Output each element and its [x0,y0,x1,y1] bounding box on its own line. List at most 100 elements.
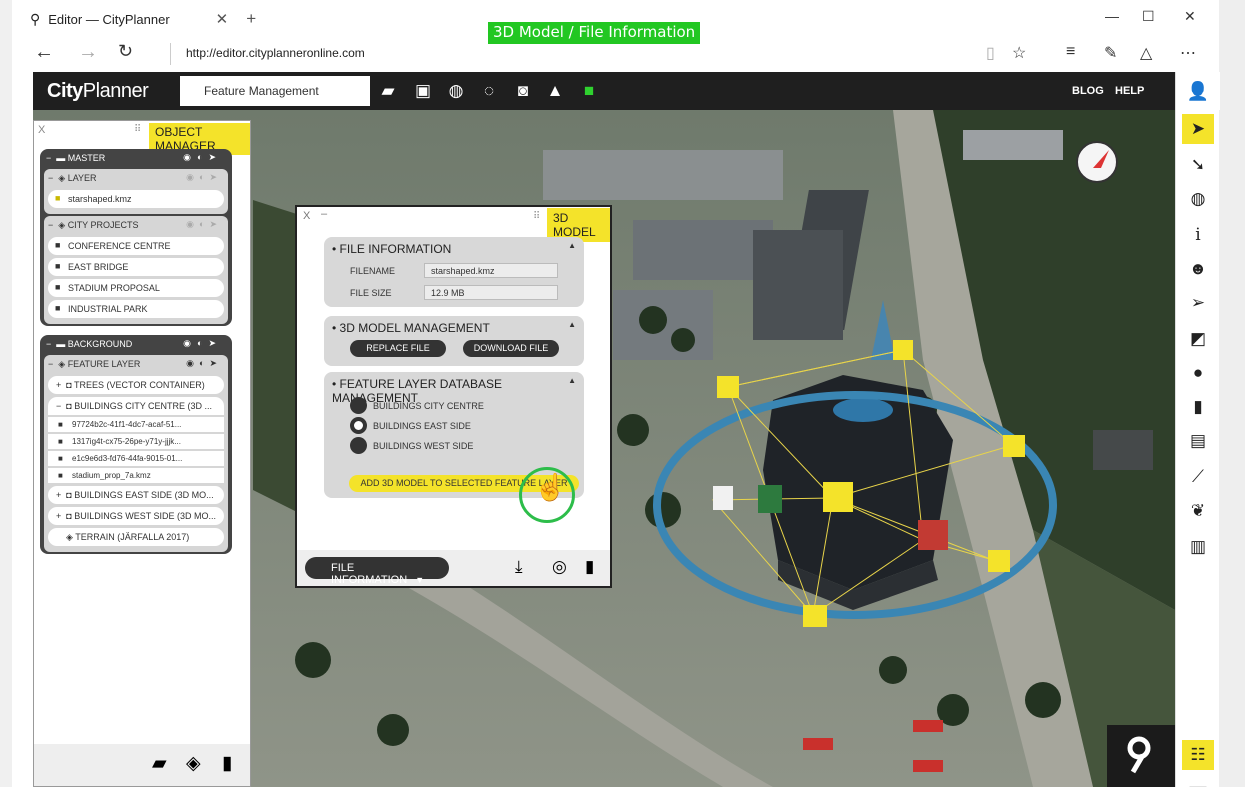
refresh-icon[interactable]: ↻ [118,41,133,62]
separator [170,43,171,65]
select-arrow-icon[interactable]: ➤ [1182,114,1214,144]
list-item[interactable]: ■ starshaped.kmz [48,190,224,208]
clapper-icon[interactable]: ◩ [1182,324,1214,354]
download-file-button[interactable]: DOWNLOAD FILE [463,340,559,357]
building-icon[interactable]: ▮ [1182,392,1214,422]
collapse-caret-icon[interactable]: ▲ [568,241,576,250]
list-item[interactable]: ■ 1317ig4t-cx75-26pe-y71y-jjjk... [48,434,224,449]
left-margin [0,0,12,787]
visibility-icons[interactable]: ◉◐➤ [186,172,222,183]
layers-color-icon[interactable]: ■ [579,81,599,101]
layer-radio-selected[interactable] [350,417,367,434]
maximize-icon[interactable]: ☐ [1142,8,1155,25]
section-title[interactable]: • 3D MODEL MANAGEMENT [332,321,490,335]
more-icon[interactable]: ⋯ [1180,43,1196,63]
save-icon[interactable]: ▣ [413,81,433,101]
tree-view-icon[interactable]: ☷ [1182,740,1214,770]
minimize-icon[interactable]: — [1105,8,1119,24]
add-layer-icon[interactable]: ◈ [186,752,201,775]
add-folder-icon[interactable]: ▰ [152,752,167,775]
filename-field[interactable]: starshaped.kmz [424,263,558,278]
section-title[interactable]: • FILE INFORMATION [332,242,451,256]
list-item[interactable]: ■ 97724b2c-41f1-4dc7-acaf-51... [48,417,224,432]
section-dropdown[interactable]: FILE INFORMATION ▼ [305,557,449,586]
layer-radio[interactable] [350,397,367,414]
filename-label: FILENAME [350,266,396,276]
collapse-caret-icon[interactable]: ▲ [568,320,576,329]
send-icon[interactable]: ➢ [1182,288,1214,318]
filesize-label: FILE SIZE [350,288,392,298]
add-icon[interactable]: ⊕ [341,81,361,101]
subgroup-header[interactable]: − ◈ FEATURE LAYER ◉◐➤ [44,355,228,373]
new-tab-icon[interactable]: + [246,9,256,29]
help-link[interactable]: HELP [1115,85,1144,97]
list-item[interactable]: ■ INDUSTRIAL PARK [48,300,224,318]
image-overlay-icon[interactable]: ▤ [1182,426,1214,456]
radio-label: BUILDINGS WEST SIDE [373,441,474,451]
collapse-icon[interactable]: ▬ [1182,772,1214,787]
panel-footer: ▰ ◈ ▮ [34,744,250,786]
forward-icon[interactable]: → [78,41,98,64]
clipboard-icon[interactable]: ▥ [1182,532,1214,562]
list-item[interactable]: + ◘ TREES (VECTOR CONTAINER) [48,376,224,394]
back-icon[interactable]: ← [34,41,54,64]
group-header[interactable]: − ▬ BACKGROUND ◉◐➤ [40,335,232,353]
globe-tool-icon[interactable]: ◍ [1182,184,1214,214]
share-icon[interactable]: △ [1140,43,1152,63]
info-icon[interactable]: i [1182,220,1214,250]
copy-icon[interactable]: ◌ [479,81,499,101]
filesize-field[interactable]: 12.9 MB [424,285,558,300]
minimize-icon[interactable]: – [321,208,327,220]
edit-pointer-icon[interactable]: ➘ [1182,150,1214,180]
location-pin-icon[interactable]: ● [1182,358,1214,388]
visibility-icons[interactable]: ◉◐➤ [183,338,222,349]
layer-radio[interactable] [350,437,367,454]
object-manager-panel: X ⠿ OBJECT MANAGER − ▬ MASTER ◉◐➤ − ◈ LAY… [33,120,251,787]
people-icon[interactable]: ☻ [1182,254,1214,284]
close-icon[interactable]: X [38,124,45,136]
hub-icon[interactable]: ≡ [1066,43,1075,61]
screenshot-icon[interactable]: ◙ [513,81,533,101]
close-window-icon[interactable]: ✕ [1184,8,1196,25]
drag-handle-icon[interactable]: ⠿ [533,211,540,222]
close-icon[interactable]: X [303,210,310,222]
trash-icon[interactable]: ▮ [222,752,232,775]
building-icon: ■ [58,471,63,480]
web-note-icon[interactable]: ✎ [1104,43,1117,63]
visibility-icons[interactable]: ◉◐➤ [183,152,222,163]
list-item[interactable]: ■ STADIUM PROPOSAL [48,279,224,297]
replace-file-button[interactable]: REPLACE FILE [350,340,446,357]
list-item[interactable]: ◈ TERRAIN (JÄRFALLA 2017) [48,528,224,546]
favorite-star-icon[interactable]: ☆ [1012,43,1026,63]
list-item[interactable]: ■ stadium_prop_7a.kmz [48,468,224,483]
list-item[interactable]: ■ CONFERENCE CENTRE [48,237,224,255]
drag-handle-icon[interactable]: ⠿ [134,124,141,135]
list-item[interactable]: ■ e1c9e6d3-fd76-44fa-9015-01... [48,451,224,466]
list-item[interactable]: + ◘ BUILDINGS EAST SIDE (3D MO... [48,486,224,504]
globe-icon[interactable]: ◍ [446,81,466,101]
visibility-icons[interactable]: ◉◐➤ [186,358,222,369]
building-icon: ■ [58,437,63,446]
list-item[interactable]: + ◘ BUILDINGS WEST SIDE (3D MO... [48,507,224,525]
tree-icon[interactable]: ❦ [1182,496,1214,526]
group-header[interactable]: − ▬ MASTER ◉◐➤ [40,149,232,167]
collapse-caret-icon[interactable]: ▲ [568,376,576,385]
download-icon[interactable]: ⤓ [515,557,523,577]
subgroup-header[interactable]: − ◈ LAYER ◉◐➤ [44,169,228,187]
measure-line-icon[interactable]: ⟋ [1182,462,1214,492]
locate-icon[interactable]: ◎ [552,557,567,577]
close-tab-icon[interactable]: ✕ [216,10,229,28]
list-item[interactable]: − ◘ BUILDINGS CITY CENTRE (3D ... [48,397,224,415]
subgroup-header[interactable]: − ◈ CITY PROJECTS ◉◐➤ [44,216,228,234]
reading-view-icon[interactable]: ▯ [986,43,995,63]
trash-icon[interactable]: ▮ [585,557,594,577]
terrain-icon[interactable]: ▲ [545,81,565,101]
browser-tab[interactable]: ⚲ Editor — CityPlanner ✕ + [30,9,256,29]
user-icon[interactable]: 👤 [1176,72,1220,110]
list-item[interactable]: ■ EAST BRIDGE [48,258,224,276]
blog-link[interactable]: BLOG [1072,85,1104,97]
url-field[interactable]: http://editor.cityplanneronline.com [186,46,365,60]
visibility-icons[interactable]: ◉◐➤ [186,219,222,230]
app-header: CityPlanner Feature Management ⊕ ▰ ▣ ◍ ◌… [33,72,1175,110]
open-folder-icon[interactable]: ▰ [378,81,398,101]
